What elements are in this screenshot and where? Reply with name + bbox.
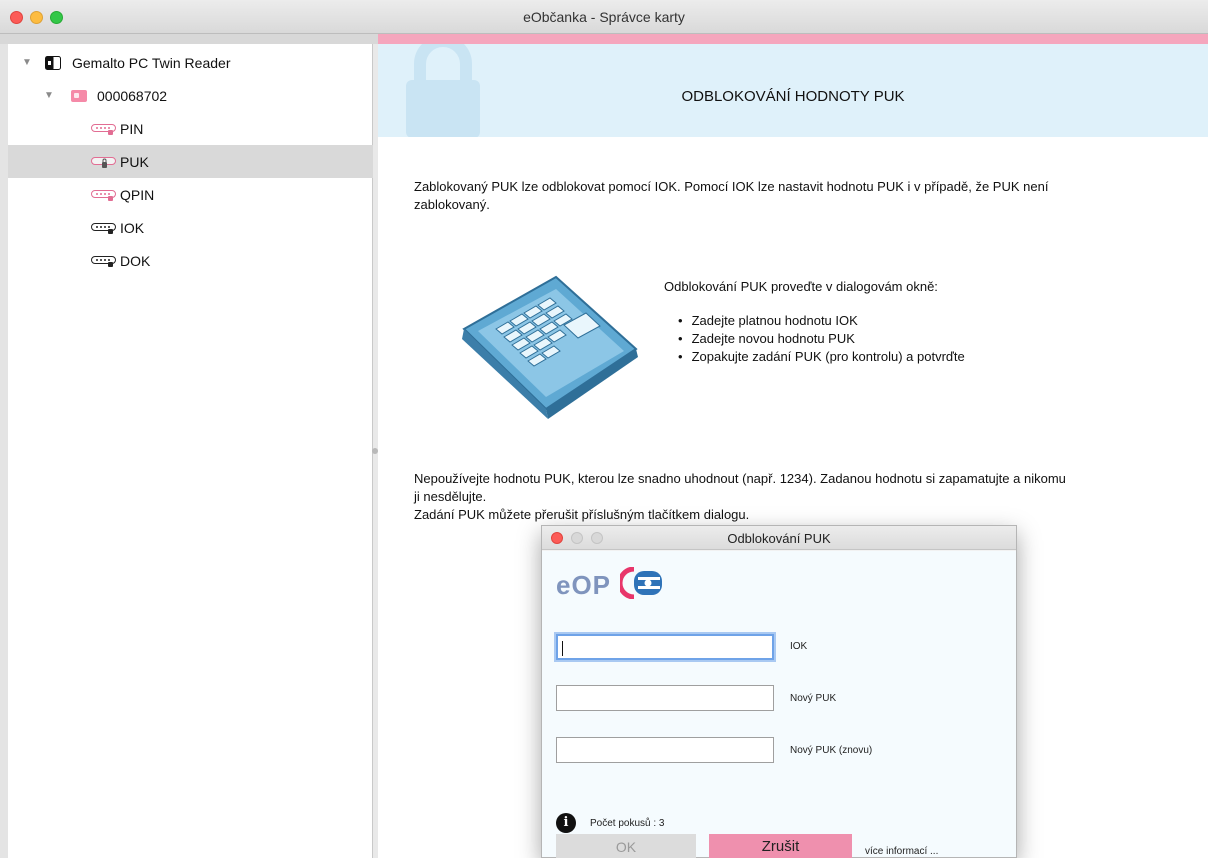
password-key-icon xyxy=(91,156,116,168)
info-icon: i xyxy=(556,813,576,833)
tree-label-reader: Gemalto PC Twin Reader xyxy=(72,54,231,71)
tree-item-label: IOK xyxy=(120,219,145,236)
smart-card-icon xyxy=(71,89,87,102)
tree-item-label: PUK xyxy=(120,153,149,170)
card-reader-icon xyxy=(45,55,61,70)
instruction-item: Zadejte novou hodnotu PUK xyxy=(678,330,965,348)
tree-item-puk[interactable]: PUK xyxy=(8,145,373,178)
attempts-count: Počet pokusů : 3 xyxy=(590,818,665,829)
sidebar-tree: ▼ Gemalto PC Twin Reader ▼ 000068702 PIN… xyxy=(8,44,373,858)
dialog-titlebar: Odblokování PUK xyxy=(542,526,1016,550)
tree-label-card: 000068702 xyxy=(97,87,168,104)
window-titlebar: eObčanka - Správce karty xyxy=(0,0,1208,34)
new-puk-repeat-label: Nový PUK (znovu) xyxy=(790,745,873,756)
new-puk-label: Nový PUK xyxy=(790,693,837,704)
dialog-body: eOP IOK Nový PUK Nový PUK (znovu) i Poče… xyxy=(542,551,1016,857)
instructions-heading: Odblokování PUK proveďte v dialogovám ok… xyxy=(664,279,938,294)
instructions-list: Zadejte platnou hodnotu IOK Zadejte novo… xyxy=(678,312,965,366)
iok-field[interactable] xyxy=(556,634,774,660)
iok-label: IOK xyxy=(790,641,808,652)
new-puk-field[interactable] xyxy=(556,685,774,711)
more-info-link[interactable]: více informací ... xyxy=(865,846,938,857)
password-key-icon xyxy=(91,189,116,201)
tree-item-label: DOK xyxy=(120,252,151,269)
instruction-item: Zadejte platnou hodnotu IOK xyxy=(678,312,965,330)
unblock-puk-dialog: Odblokování PUK eOP IOK Nový PUK Nový PU… xyxy=(541,525,1017,858)
window-left-edge xyxy=(0,44,8,858)
ok-button[interactable]: OK xyxy=(556,834,696,858)
warning-text-line: Zadání PUK můžete přerušit příslušným tl… xyxy=(414,507,750,522)
password-key-icon xyxy=(91,222,116,234)
warning-text-line: Nepoužívejte hodnotu PUK, kterou lze sna… xyxy=(414,471,1066,486)
tree-item-dok[interactable]: DOK xyxy=(8,244,373,277)
tree-item-pin[interactable]: PIN xyxy=(8,112,373,145)
tree-item-label: QPIN xyxy=(120,186,155,203)
tree-item-label: PIN xyxy=(120,120,144,137)
disclosure-expanded-icon[interactable]: ▼ xyxy=(22,57,32,68)
window-title: eObčanka - Správce karty xyxy=(523,9,685,25)
text-caret xyxy=(562,641,563,656)
tree-item-card[interactable]: ▼ 000068702 xyxy=(8,79,373,112)
eop-logo-text: eOP xyxy=(556,570,612,600)
cancel-button[interactable]: Zrušit xyxy=(709,834,852,858)
eop-logo-icon xyxy=(620,567,662,599)
keypad-illustration xyxy=(462,275,638,419)
tree-item-qpin[interactable]: QPIN xyxy=(8,178,373,211)
intro-text-line: zablokovaný. xyxy=(414,197,490,212)
accent-stripe xyxy=(378,34,1208,44)
password-key-icon xyxy=(91,123,116,135)
tree-item-iok[interactable]: IOK xyxy=(8,211,373,244)
page-title: ODBLOKOVÁNÍ HODNOTY PUK xyxy=(681,88,905,105)
password-key-icon xyxy=(91,255,116,267)
disclosure-expanded-icon[interactable]: ▼ xyxy=(44,90,54,101)
header-banner: ODBLOKOVÁNÍ HODNOTY PUK xyxy=(378,44,1208,137)
new-puk-repeat-field[interactable] xyxy=(556,737,774,763)
dialog-title: Odblokování PUK xyxy=(727,531,831,546)
instruction-item: Zopakujte zadání PUK (pro kontrolu) a po… xyxy=(678,348,965,366)
warning-text-line: ji nesdělujte. xyxy=(414,489,487,504)
tree-item-reader[interactable]: ▼ Gemalto PC Twin Reader xyxy=(8,46,373,79)
intro-text-line: Zablokovaný PUK lze odblokovat pomocí IO… xyxy=(414,179,1049,194)
